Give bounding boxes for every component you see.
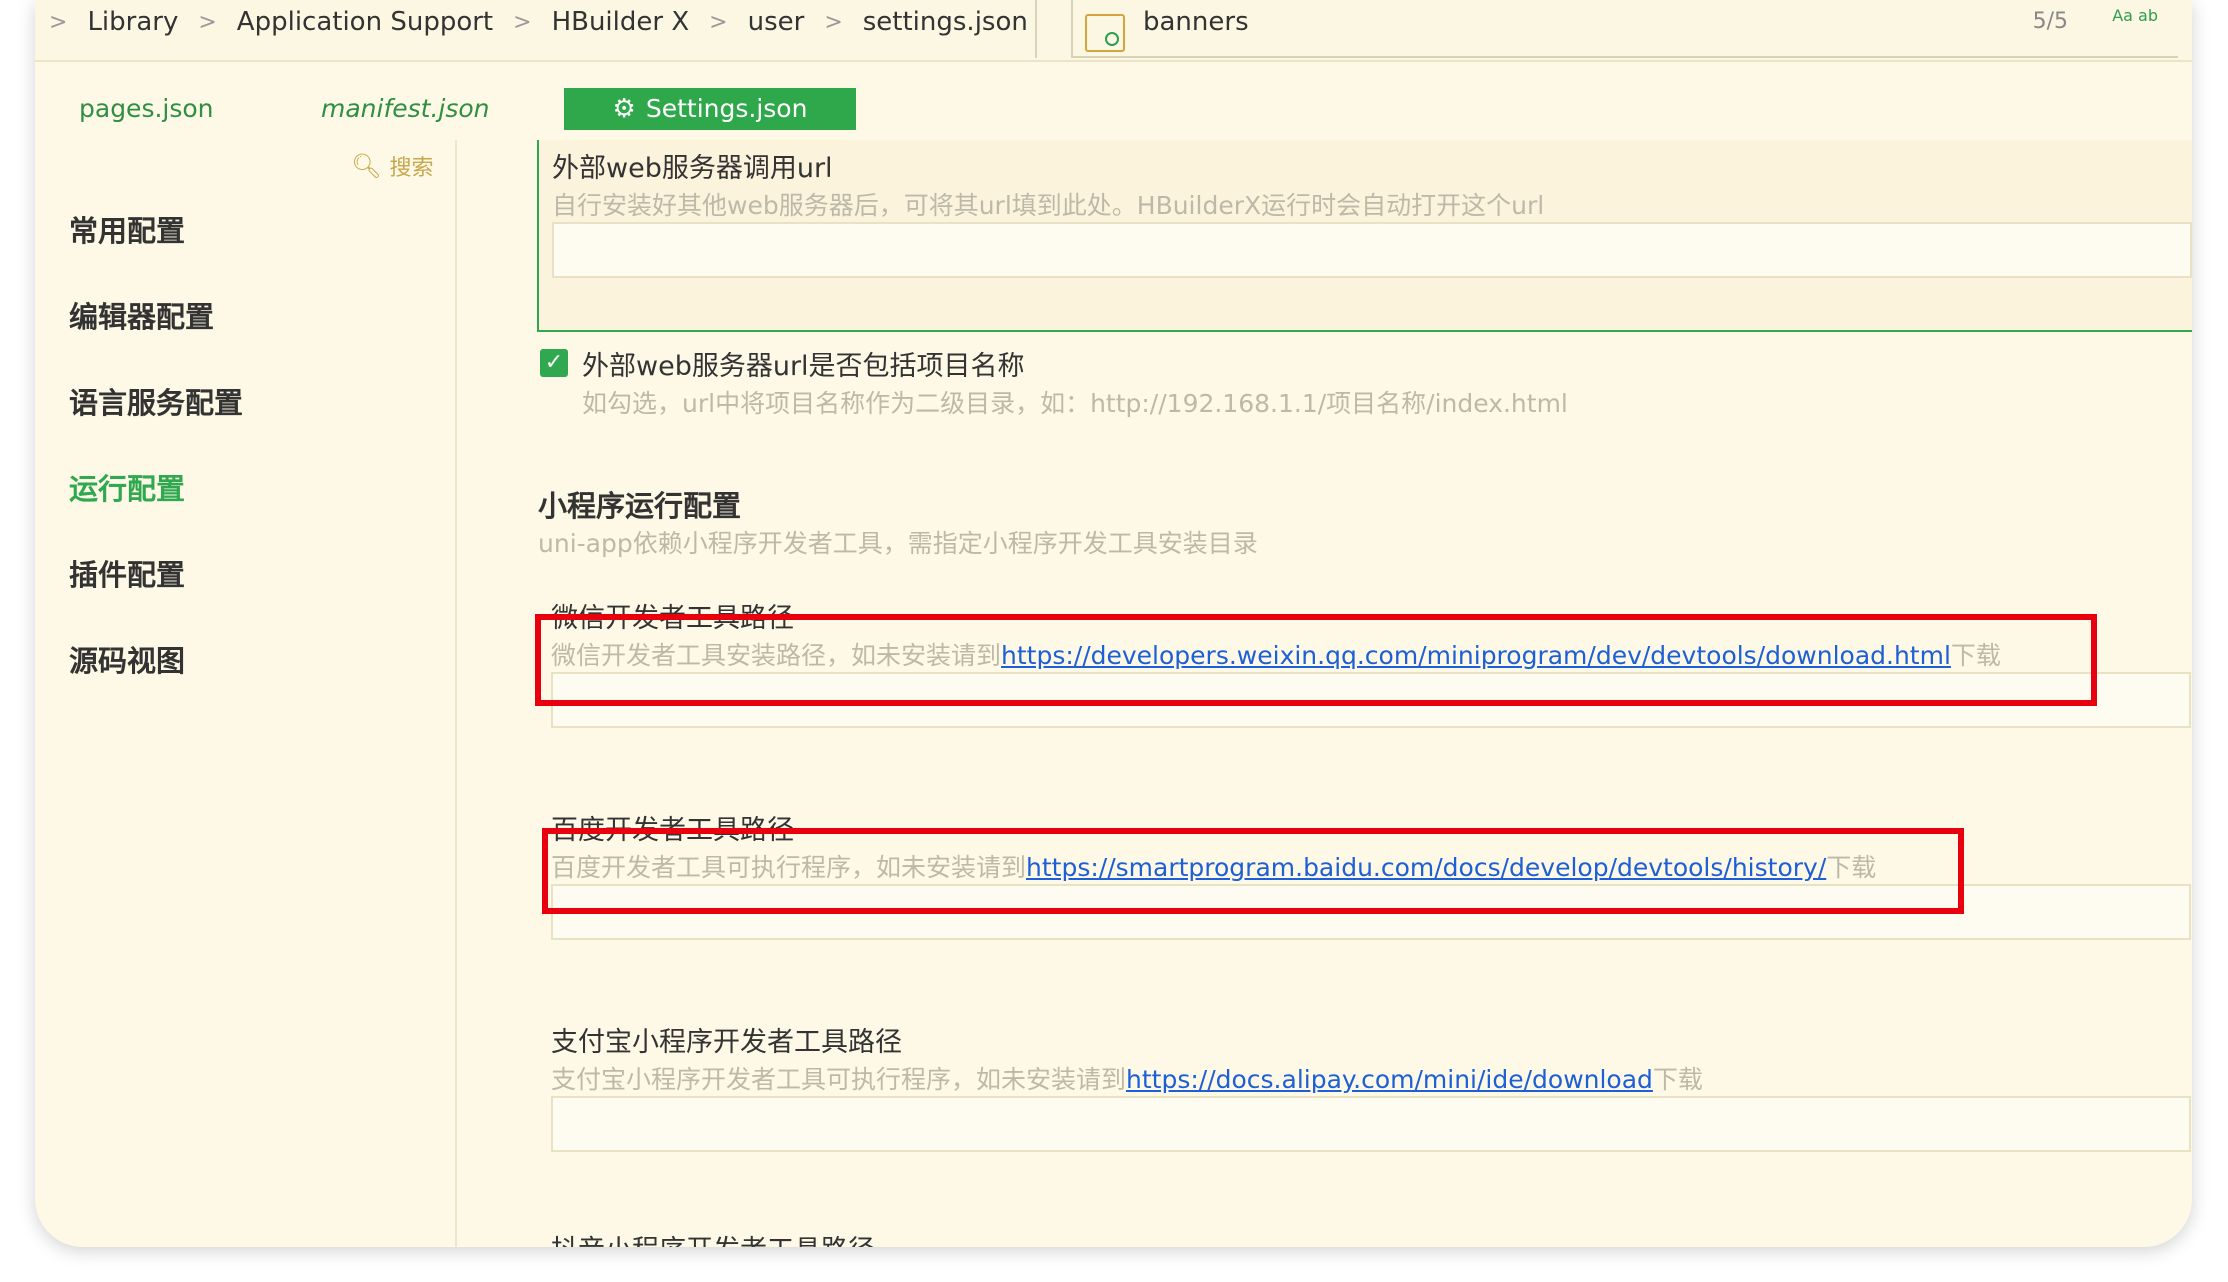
alipay-desc-prefix: 支付宝小程序开发者工具可执行程序，如未安装请到 — [551, 1065, 1127, 1094]
highlight-box-weixin — [535, 614, 2097, 706]
alipay-download-link[interactable]: https://docs.alipay.com/mini/ide/downloa… — [1126, 1065, 1653, 1094]
external-url-input[interactable] — [552, 222, 2192, 278]
miniprogram-section-title: 小程序运行配置 — [538, 489, 742, 523]
alipay-desc-suffix: 下载 — [1652, 1065, 1703, 1094]
alipay-path-input[interactable] — [551, 1096, 2191, 1152]
include-project-desc: 如勾选，url中将项目名称作为二级目录，如：http://192.168.1.1… — [582, 389, 1568, 418]
settings-content: 外部web服务器调用url 自行安装好其他web服务器后，可将其url填到此处。… — [35, 0, 2192, 1247]
editor-window: > Library > Application Support > HBuild… — [35, 0, 2192, 1247]
alipay-path-desc: 支付宝小程序开发者工具可执行程序，如未安装请到https://docs.alip… — [551, 1060, 1703, 1096]
alipay-path-label: 支付宝小程序开发者工具路径 — [551, 1027, 902, 1058]
include-project-label[interactable]: 外部web服务器url是否包括项目名称 — [582, 344, 1025, 383]
include-project-checkbox[interactable]: ✓ — [540, 349, 568, 377]
external-url-desc: 自行安装好其他web服务器后，可将其url填到此处。HBuilderX运行时会自… — [552, 191, 1545, 220]
external-url-label: 外部web服务器调用url — [552, 153, 833, 184]
douyin-path-label: 抖音小程序开发者工具路径 — [551, 1228, 875, 1247]
highlight-box-baidu — [542, 828, 1964, 914]
miniprogram-section-desc: uni-app依赖小程序开发者工具，需指定小程序开发工具安装目录 — [538, 529, 1258, 558]
